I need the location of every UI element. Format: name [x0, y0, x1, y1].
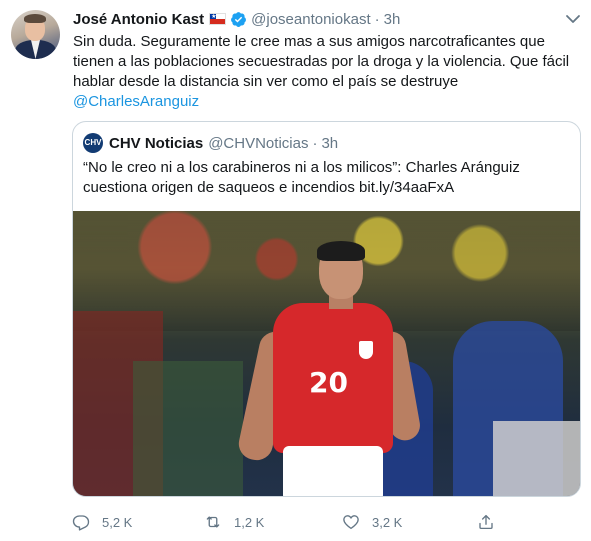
- retweet-count: 1,2 K: [234, 514, 265, 530]
- photo-background-player: [133, 361, 243, 496]
- share-button[interactable]: [477, 511, 495, 533]
- quoted-author-handle[interactable]: @CHVNoticias: [208, 135, 308, 152]
- verified-badge-icon: [231, 11, 247, 27]
- player-hair: [317, 241, 365, 261]
- tweet-text: Sin duda. Seguramente le cree mas a sus …: [73, 33, 570, 90]
- avatar-hair: [24, 14, 46, 23]
- tweet-card[interactable]: José Antonio Kast ★ @joseantoniokast · 3…: [0, 0, 591, 541]
- retweet-icon: [206, 516, 220, 528]
- author-name[interactable]: José Antonio Kast: [73, 11, 204, 28]
- more-options-chevron-icon[interactable]: [565, 12, 581, 26]
- retweet-button[interactable]: 1,2 K: [204, 511, 264, 533]
- quoted-separator-dot: ·: [312, 134, 318, 152]
- author-avatar[interactable]: [11, 10, 60, 59]
- chile-flag-icon: ★: [209, 13, 227, 25]
- quoted-text: “No le creo ni a los carabineros ni a lo…: [83, 159, 520, 196]
- separator-dot: ·: [374, 10, 380, 28]
- tweet-timestamp[interactable]: 3h: [384, 11, 401, 28]
- photo-background-player: [493, 421, 580, 496]
- quoted-media-photo[interactable]: 20: [73, 211, 580, 496]
- like-count: 3,2 K: [372, 514, 403, 530]
- quoted-avatar[interactable]: CHV: [83, 133, 103, 153]
- tweet-actions: 5,2 K 1,2 K 3,2 K: [72, 511, 512, 533]
- quoted-tweet[interactable]: CHV CHV Noticias @CHVNoticias · 3h “No l…: [72, 121, 581, 497]
- author-handle[interactable]: @joseantoniokast: [251, 11, 370, 28]
- reply-button[interactable]: 5,2 K: [72, 511, 132, 533]
- player-shorts: [283, 446, 383, 496]
- reply-icon: [72, 515, 90, 531]
- tweet-header: José Antonio Kast ★ @joseantoniokast · 3…: [73, 9, 400, 29]
- player-crest: [359, 341, 373, 359]
- like-button[interactable]: 3,2 K: [342, 511, 402, 533]
- reply-count: 5,2 K: [102, 514, 133, 530]
- mention-link[interactable]: @CharlesAranguiz: [73, 92, 199, 112]
- quoted-author-name[interactable]: CHV Noticias: [109, 135, 203, 152]
- photo-main-player: 20: [235, 241, 423, 496]
- quoted-timestamp[interactable]: 3h: [321, 135, 338, 152]
- jersey-number: 20: [309, 366, 348, 399]
- like-icon: [343, 515, 359, 530]
- quoted-header: CHV Noticias @CHVNoticias · 3h: [109, 133, 338, 153]
- share-icon: [479, 514, 493, 530]
